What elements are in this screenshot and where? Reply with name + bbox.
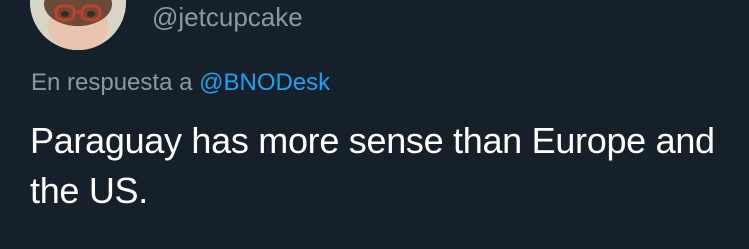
reply-mention-link[interactable]: @BNODesk — [199, 69, 330, 96]
reply-context: En respuesta a @BNODesk — [31, 66, 330, 100]
avatar[interactable] — [30, 0, 126, 50]
user-handle[interactable]: @jetcupcake — [152, 0, 303, 34]
tweet-text: Paraguay has more sense than Europe and … — [30, 120, 715, 211]
reply-prefix-label: En respuesta a — [31, 69, 193, 96]
avatar-image — [30, 0, 126, 50]
